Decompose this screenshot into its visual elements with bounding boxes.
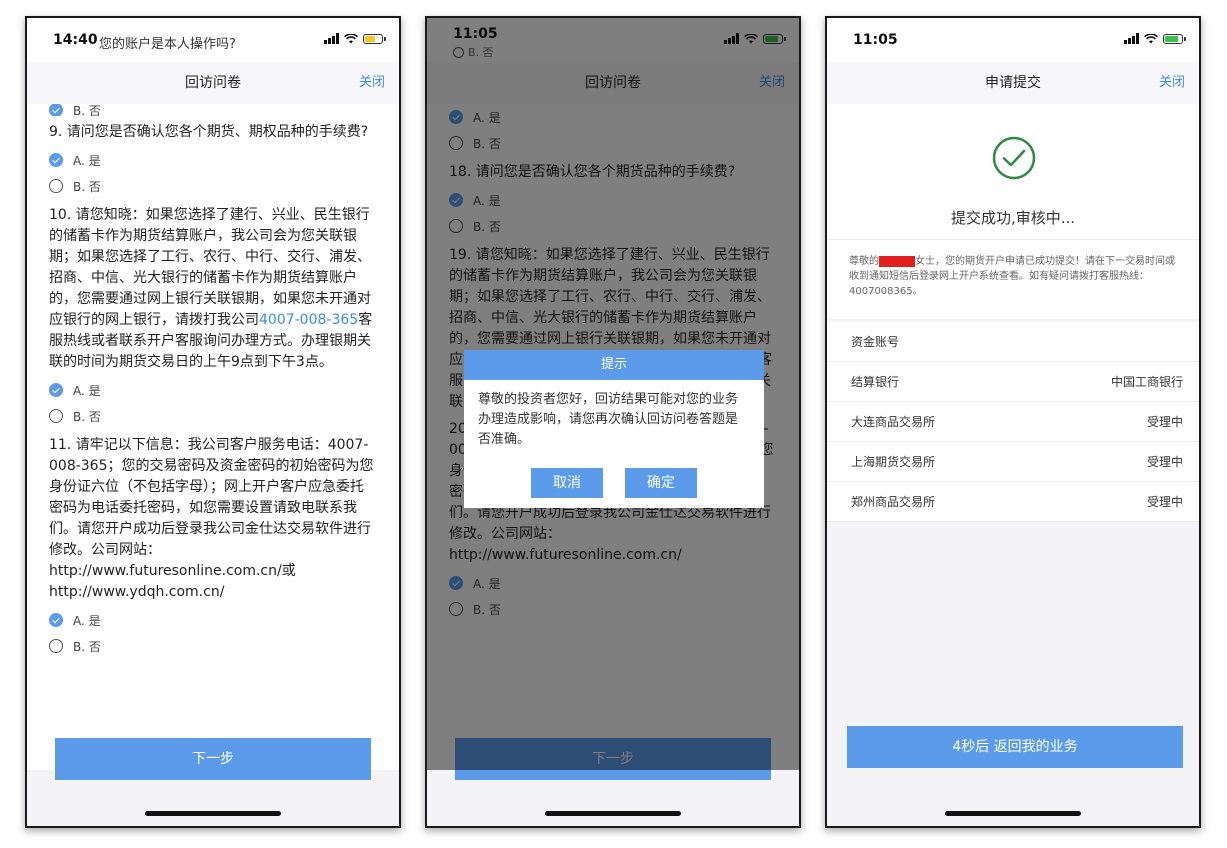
questionnaire-content[interactable]: B. 否 9. 请问您是否确认您各个期货、期权品种的手续费? A. 是 B. 否…: [27, 104, 399, 770]
home-indicator[interactable]: [145, 811, 281, 816]
radio-unchecked-icon: [49, 409, 63, 423]
status-time: 11:05: [853, 32, 898, 48]
confirm-button[interactable]: 确定: [625, 468, 697, 498]
status-bar: 11:05: [827, 18, 1199, 62]
question-10: 10. 请您知晓：如果您选择了建行、兴业、民生银行的储蓄卡作为期货结算账户，我公…: [49, 207, 373, 370]
close-button[interactable]: 关闭: [1159, 62, 1185, 104]
q10-option-a[interactable]: A. 是: [49, 377, 377, 403]
hotline-link[interactable]: 4007-008-365: [259, 312, 358, 328]
page-title: 申请提交: [985, 75, 1041, 91]
signal-icon: [324, 33, 339, 44]
close-button[interactable]: 关闭: [359, 62, 385, 104]
phone-screen-confirm-dialog: 11:05 B. 否 回访问卷 关闭 A. 是 B. 否 18. 请问您是否确认…: [425, 16, 801, 828]
notification-text: 您的账户是本人操作吗?: [99, 37, 236, 52]
phone-screen-submitted: 11:05 申请提交 关闭 提交成功,审核中... 尊敬的 女士，您的期货开户申请…: [825, 16, 1201, 828]
battery-icon: [363, 33, 386, 44]
phone-screen-questionnaire: 14:40 您的账户是本人操作吗? 回访问卷 关闭 B. 否 9. 请问您是否确…: [25, 16, 401, 828]
wifi-icon: [344, 33, 358, 43]
nav-bar: 申请提交 关闭: [827, 62, 1199, 105]
q10-option-b[interactable]: B. 否: [49, 403, 377, 429]
row-shfe: 上海期货交易所 受理中: [827, 442, 1199, 482]
next-button[interactable]: 下一步: [55, 738, 371, 780]
success-panel: 提交成功,审核中...: [827, 104, 1199, 239]
wifi-icon: [1144, 33, 1158, 43]
row-settlement-bank: 结算银行 中国工商银行: [827, 362, 1199, 402]
row-dce: 大连商品交易所 受理中: [827, 402, 1199, 442]
dialog-message: 尊敬的投资者您好，回访结果可能对您的业务办理造成影响，请您再次确认回访问卷答题是…: [478, 392, 739, 447]
check-circle-icon: [992, 136, 1036, 180]
notice-text: 尊敬的 女士，您的期货开户申请已成功提交！请在下一交易时间或收到通知短信后登录网上…: [827, 239, 1199, 319]
application-status-list: 资金账号 结算银行 中国工商银行 大连商品交易所 受理中 上海期货交易所 受理中 郑州…: [827, 322, 1199, 522]
radio-checked-icon: [49, 153, 63, 167]
home-indicator[interactable]: [545, 811, 681, 816]
radio-checked-icon: [49, 613, 63, 627]
dialog-title: 提示: [464, 350, 764, 380]
question-11: 11. 请牢记以下信息：我公司客户服务电话：4007-008-365；您的交易密…: [49, 437, 374, 600]
cancel-button[interactable]: 取消: [531, 468, 603, 498]
q9-option-b[interactable]: B. 否: [49, 173, 377, 199]
radio-checked-icon: [49, 104, 63, 116]
radio-unchecked-icon: [49, 179, 63, 193]
q11-option-b[interactable]: B. 否: [49, 633, 377, 659]
radio-unchecked-icon: [49, 639, 63, 653]
return-button[interactable]: 4秒后 返回我的业务: [847, 726, 1183, 768]
page-title: 回访问卷: [185, 75, 241, 91]
status-bar: 14:40 您的账户是本人操作吗?: [27, 18, 399, 62]
row-fund-account: 资金账号: [827, 322, 1199, 362]
success-message: 提交成功,审核中...: [950, 209, 1076, 227]
nav-bar: 回访问卷 关闭: [27, 62, 399, 105]
signal-icon: [1124, 33, 1139, 44]
radio-checked-icon: [49, 383, 63, 397]
q11-option-a[interactable]: A. 是: [49, 607, 377, 633]
home-indicator[interactable]: [945, 811, 1081, 816]
question-9: 9. 请问您是否确认您各个期货、期权品种的手续费?: [49, 124, 369, 140]
confirm-dialog: 提示 尊敬的投资者您好，回访结果可能对您的业务办理造成影响，请您再次确认回访问卷…: [464, 350, 764, 508]
row-czce: 郑州商品交易所 受理中: [827, 482, 1199, 522]
redacted-name: [879, 255, 915, 267]
status-time: 14:40: [53, 32, 98, 48]
option-b-partial[interactable]: B. 否: [49, 104, 377, 116]
battery-charging-icon: [1163, 33, 1186, 44]
q9-option-a[interactable]: A. 是: [49, 147, 377, 173]
